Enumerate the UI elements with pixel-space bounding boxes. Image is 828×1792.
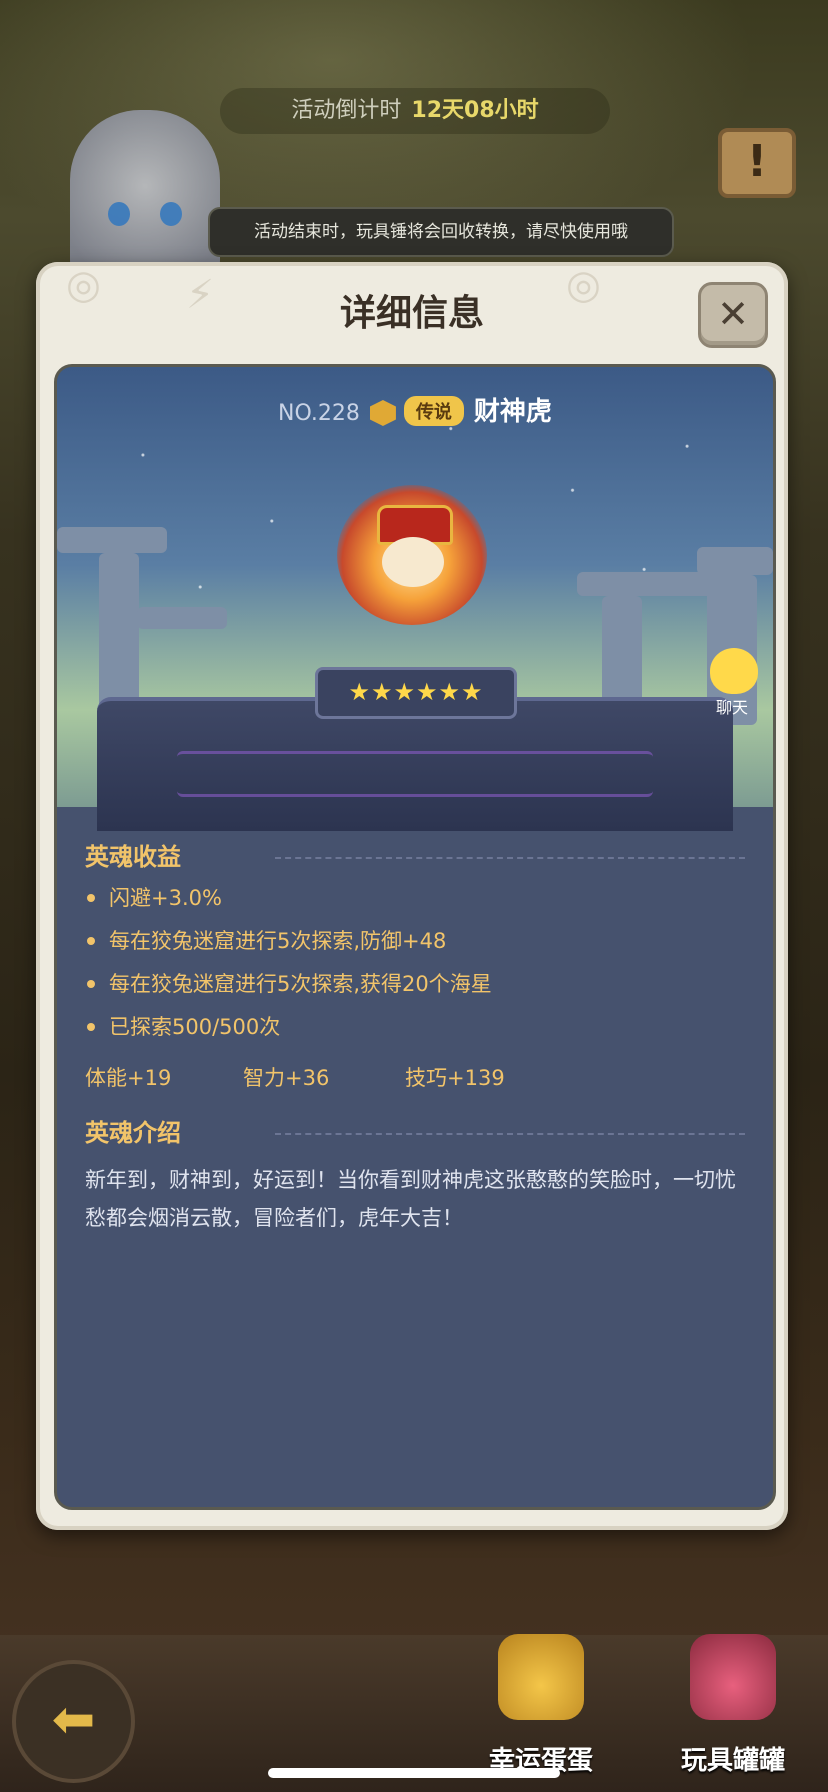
- pedestal-rune: [177, 751, 653, 797]
- pet-detail-panel: NO.228 传说 财神虎 ★★★★★★ 英魂收益 闪避+3.0% 每在狡兔迷窟进行…: [54, 364, 776, 1510]
- section-divider: [275, 1133, 745, 1135]
- attribute-stamina: 体能+19: [85, 1066, 172, 1090]
- rarity-badge: 传说: [403, 396, 464, 426]
- section-divider: [275, 857, 745, 859]
- benefits-title-text: 英魂收益: [85, 843, 181, 871]
- attribute-skill: 技巧+139: [405, 1066, 505, 1090]
- pet-number: NO.228: [278, 401, 360, 426]
- event-tip-bubble: 活动结束时，玩具锤将会回收转换，请尽快使用哦: [208, 207, 674, 257]
- back-button[interactable]: ⬅: [12, 1660, 135, 1783]
- detail-modal: ◎ ⚡ ◎ 详细信息 ✕ NO.228 传说 财神虎 ★★★★★★ 英魂收益 闪…: [36, 262, 788, 1530]
- fortune-tiger-pet-icon: [337, 485, 487, 625]
- character-eye: [160, 202, 182, 226]
- intro-section-title: 英魂介绍: [85, 1113, 745, 1153]
- stone-pillar: [57, 527, 167, 553]
- pet-name: 财神虎: [473, 397, 552, 427]
- chat-label: 聊天: [715, 698, 748, 717]
- stone-pillar: [99, 553, 139, 713]
- chat-smiley-icon: [710, 648, 758, 694]
- home-indicator[interactable]: [268, 1768, 560, 1778]
- benefit-item: 闪避+3.0%: [85, 877, 745, 920]
- stone-pillar: [137, 607, 227, 629]
- stone-pillar: [577, 572, 717, 596]
- pet-header: NO.228 传说 财神虎: [57, 391, 773, 428]
- stone-pillar: [697, 547, 773, 575]
- countdown-label: 活动倒计时: [291, 98, 402, 123]
- benefit-item: 每在狡兔迷窟进行5次探索,获得20个海星: [85, 963, 745, 1006]
- close-button[interactable]: ✕: [698, 282, 768, 348]
- modal-title: 详细信息: [339, 293, 484, 334]
- rank-gem-icon: [369, 400, 396, 426]
- benefits-section-title: 英魂收益: [85, 837, 745, 877]
- intro-text: 新年到，财神到，好运到！当你看到财神虎这张憨憨的笑脸时，一切忧愁都会烟消云散，冒…: [85, 1168, 736, 1230]
- character-eye: [108, 202, 130, 226]
- intro-title-text: 英魂介绍: [85, 1119, 181, 1147]
- nav-toy-jar-label: 玩具罐罐: [680, 1746, 785, 1776]
- toy-jar-icon: [690, 1634, 776, 1720]
- nav-lucky-egg[interactable]: 幸运蛋蛋: [466, 1620, 616, 1776]
- pet-face: [382, 537, 444, 587]
- star-rating: ★★★★★★: [315, 667, 517, 719]
- attribute-row: 体能+19 智力+36 技巧+139: [85, 1055, 745, 1101]
- benefit-item: 已探索500/500次: [85, 1006, 745, 1049]
- pet-info-content: 英魂收益 闪避+3.0% 每在狡兔迷窟进行5次探索,防御+48 每在狡兔迷窟进行…: [85, 837, 745, 1237]
- event-countdown: 活动倒计时 12天08小时: [220, 88, 610, 134]
- golden-egg-hammer-icon: [498, 1634, 584, 1720]
- close-icon: ✕: [717, 292, 749, 336]
- benefit-item: 每在狡兔迷窟进行5次探索,防御+48: [85, 920, 745, 963]
- countdown-value: 12天08小时: [411, 98, 539, 123]
- back-arrow-icon: ⬅: [51, 1690, 96, 1750]
- nav-toy-jar[interactable]: 玩具罐罐: [658, 1620, 808, 1776]
- attribute-intellect: 智力+36: [243, 1066, 330, 1090]
- chat-button[interactable]: 聊天: [700, 648, 764, 720]
- notice-sign-icon[interactable]: !: [718, 128, 796, 198]
